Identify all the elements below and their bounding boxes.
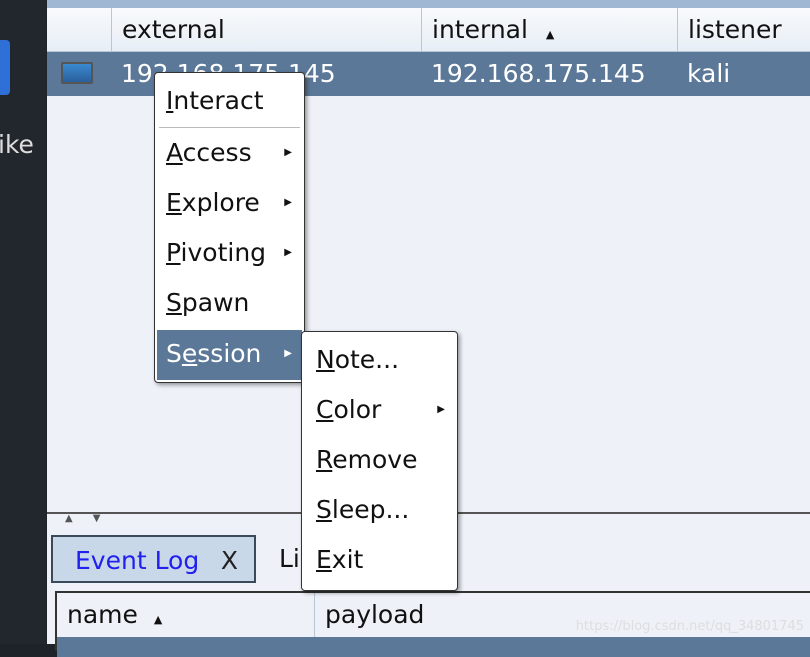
table-row[interactable]	[57, 637, 810, 657]
menu-item-session[interactable]: Session ▶	[157, 330, 302, 380]
menu-item-text: xit	[331, 545, 364, 574]
menu-item-sleep[interactable]: Sleep...	[304, 486, 455, 534]
sidebar-app-icon[interactable]	[0, 40, 10, 95]
column-name[interactable]: name ▲	[57, 593, 315, 637]
menu-item-exit[interactable]: Exit	[304, 536, 455, 584]
menu-item-text: E	[166, 188, 182, 217]
column-external[interactable]: external	[111, 8, 421, 52]
menu-item-interact[interactable]: Interact	[157, 77, 302, 125]
sidebar-label: ike	[0, 130, 34, 159]
cell-listener: kali	[687, 59, 731, 88]
menu-item-text: ote...	[334, 345, 400, 374]
menu-item-text: C	[316, 395, 334, 424]
sort-asc-icon: ▲	[153, 613, 163, 626]
menu-item-remove[interactable]: Remove	[304, 436, 455, 484]
submenu-arrow-icon: ▶	[284, 147, 292, 158]
menu-item-access[interactable]: Access ▶	[157, 129, 302, 177]
menu-item-text: leep...	[331, 495, 410, 524]
menu-item-text: e	[181, 339, 198, 368]
menu-item-text: S	[316, 495, 332, 524]
menu-item-text: R	[316, 445, 333, 474]
menu-item-spawn[interactable]: Spawn	[157, 279, 302, 327]
menu-item-text: emove	[332, 445, 418, 474]
context-menu: Interact Access ▶ Explore ▶ Pivoting ▶ Spaw…	[154, 72, 305, 383]
windows-monitor-icon	[61, 62, 93, 84]
sidebar: ike	[0, 0, 46, 644]
menu-item-text: pawn	[181, 288, 250, 317]
top-strip	[47, 0, 810, 8]
menu-item-text: E	[316, 545, 332, 574]
menu-item-text: A	[166, 138, 183, 167]
menu-item-note[interactable]: Note...	[304, 336, 455, 384]
tab-event-log[interactable]: Event Log X	[51, 535, 256, 583]
watermark: https://blog.csdn.net/qq_34801745	[575, 619, 804, 634]
splitter-arrows-icon[interactable]: ▲▼	[65, 513, 120, 524]
menu-item-explore[interactable]: Explore ▶	[157, 179, 302, 227]
cell-internal: 192.168.175.145	[431, 59, 646, 88]
column-icon[interactable]	[47, 8, 111, 52]
submenu-arrow-icon: ▶	[284, 247, 292, 258]
menu-item-text: xplore	[181, 188, 260, 217]
submenu-arrow-icon: ▶	[437, 404, 445, 415]
menu-item-text: olor	[333, 395, 382, 424]
column-internal[interactable]: internal ▲	[421, 8, 677, 52]
menu-item-text: nteract	[173, 86, 264, 115]
menu-item-pivoting[interactable]: Pivoting ▶	[157, 229, 302, 277]
submenu-arrow-icon: ▶	[284, 348, 292, 359]
menu-item-text: ssion	[197, 339, 262, 368]
menu-item-text: ivoting	[180, 238, 267, 267]
menu-item-text: S	[166, 288, 182, 317]
column-internal-label: internal	[432, 15, 528, 44]
menu-item-text: N	[316, 345, 335, 374]
column-listener[interactable]: listener	[677, 8, 810, 52]
menu-item-text: S	[166, 339, 182, 368]
column-payload[interactable]: payload	[315, 593, 615, 637]
tab-label: Event Log	[75, 546, 200, 575]
menu-item-color[interactable]: Color ▶	[304, 386, 455, 434]
table-header: external internal ▲ listener	[47, 8, 810, 52]
menu-item-text: ccess	[182, 138, 252, 167]
session-submenu: Note... Color ▶ Remove Sleep... Exit	[301, 331, 458, 591]
menu-separator	[159, 127, 300, 128]
column-name-label: name	[67, 600, 138, 629]
submenu-arrow-icon: ▶	[284, 197, 292, 208]
close-icon[interactable]: X	[221, 537, 238, 585]
sort-asc-icon: ▲	[545, 28, 555, 41]
menu-item-text: P	[166, 238, 181, 267]
